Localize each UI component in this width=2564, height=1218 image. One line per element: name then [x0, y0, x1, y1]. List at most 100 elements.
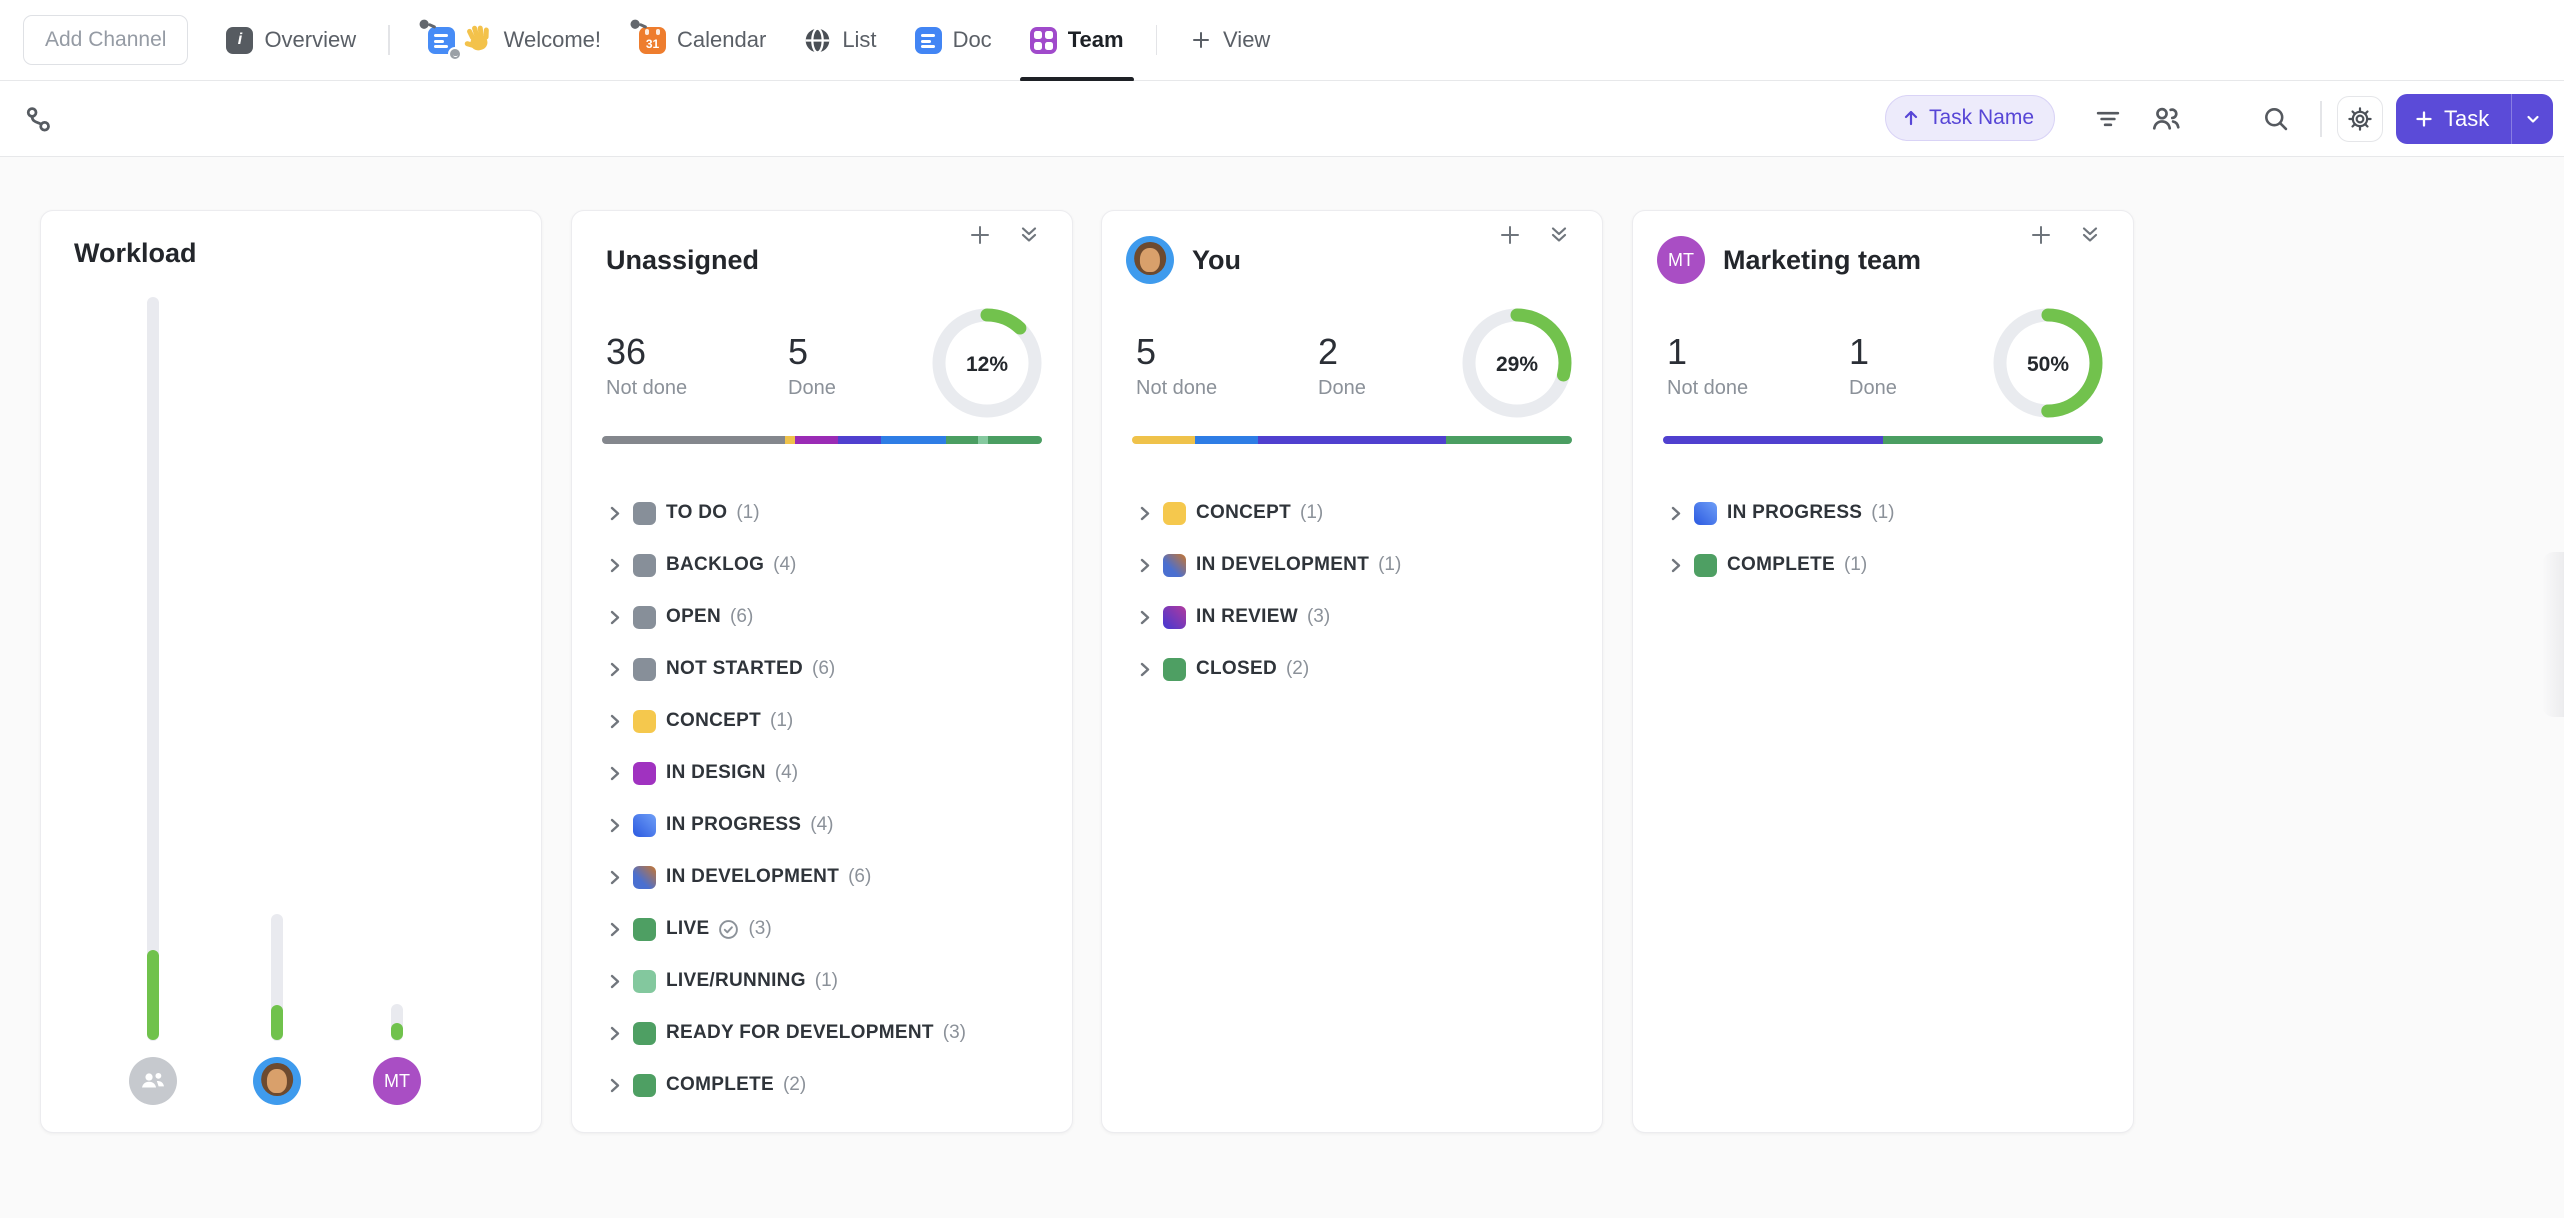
bar-segment — [978, 436, 989, 444]
status-list: IN PROGRESS(1)COMPLETE(1) — [1633, 487, 2133, 591]
not-done-stat: 5Not done — [1136, 329, 1217, 400]
not-done-stat-label: Not done — [606, 377, 687, 400]
svg-text:50%: 50% — [2027, 353, 2069, 376]
not-done-stat-value: 36 — [606, 329, 687, 375]
status-label: IN REVIEW — [1196, 606, 1298, 628]
chevron-right-icon — [606, 712, 625, 731]
status-count: (3) — [748, 918, 771, 940]
plus-icon — [2414, 109, 2434, 129]
tab-overview[interactable]: i Overview — [226, 0, 356, 81]
tab-welcome[interactable]: Welcome! — [428, 0, 601, 81]
chevron-right-icon — [606, 556, 625, 575]
user-photo-avatar[interactable] — [253, 1057, 301, 1105]
workload-done-bar[interactable] — [147, 950, 159, 1040]
svg-text:29%: 29% — [1496, 353, 1538, 376]
check-circle-icon — [718, 919, 739, 940]
status-color-swatch — [1163, 502, 1186, 525]
plus-icon — [1499, 224, 1521, 246]
status-row-concept[interactable]: CONCEPT(1) — [572, 695, 1072, 747]
not-done-stat-value: 5 — [1136, 329, 1217, 375]
add-channel-button[interactable]: Add Channel — [23, 15, 188, 65]
bar-segment — [1258, 436, 1446, 444]
chevron-right-icon — [606, 1024, 625, 1043]
add-view-button[interactable]: View — [1191, 27, 1270, 53]
task-dropdown-button[interactable] — [2511, 94, 2553, 144]
status-row-in-development[interactable]: IN DEVELOPMENT (1) — [1102, 539, 1602, 591]
status-label: IN DESIGN — [666, 762, 766, 784]
status-row-closed[interactable]: CLOSED(2) — [1102, 643, 1602, 695]
status-list: CONCEPT(1) IN DEVELOPMENT (1) IN REVIEW(3)C… — [1102, 487, 1602, 695]
add-task-split-button[interactable]: Task — [2396, 94, 2553, 144]
status-row-not-started[interactable]: NOT STARTED(6) — [572, 643, 1072, 695]
people-icon[interactable] — [2150, 103, 2182, 135]
status-color-swatch — [633, 1022, 656, 1045]
status-row-in-progress[interactable]: IN PROGRESS(4) — [572, 799, 1072, 851]
add-task-icon[interactable] — [2025, 219, 2057, 251]
status-count: (1) — [1378, 554, 1401, 576]
tab-list[interactable]: List — [804, 0, 876, 81]
bar-segment — [988, 436, 1042, 444]
workload-done-bar[interactable] — [391, 1023, 403, 1040]
chevron-right-icon — [1136, 660, 1155, 679]
search-icon[interactable] — [2262, 105, 2290, 133]
chevron-right-icon — [1136, 504, 1155, 523]
status-row-in-progress[interactable]: IN PROGRESS(1) — [1633, 487, 2133, 539]
status-row-concept[interactable]: CONCEPT(1) — [1102, 487, 1602, 539]
tab-doc[interactable]: Doc — [915, 0, 992, 81]
status-row-in-development[interactable]: IN DEVELOPMENT(6) — [572, 851, 1072, 903]
status-row-live-running[interactable]: LIVE/RUNNING(1) — [572, 955, 1072, 1007]
status-label: COMPLETE — [1727, 554, 1835, 576]
add-task-icon[interactable] — [1494, 219, 1526, 251]
sort-by-button[interactable]: Task Name — [1885, 95, 2055, 141]
filter-icon[interactable] — [2094, 105, 2122, 133]
status-label: NOT STARTED — [666, 658, 803, 680]
marketing-team-avatar: MT — [1657, 236, 1705, 284]
doc-icon — [915, 27, 942, 54]
status-row-in-design[interactable]: IN DESIGN (4) — [572, 747, 1072, 799]
bar-segment — [795, 436, 838, 444]
chevron-right-icon — [606, 816, 625, 835]
status-count: (4) — [775, 762, 798, 784]
status-count: (6) — [730, 606, 753, 628]
status-row-complete[interactable]: COMPLETE(1) — [1633, 539, 2133, 591]
card-header: You — [1102, 236, 1602, 284]
settings-button[interactable] — [2337, 96, 2383, 142]
status-row-in-review[interactable]: IN REVIEW(3) — [1102, 591, 1602, 643]
status-row-ready-for-development[interactable]: READY FOR DEVELOPMENT(3) — [572, 1007, 1072, 1059]
status-color-swatch — [633, 710, 656, 733]
status-color-swatch — [633, 970, 656, 993]
workload-done-bar[interactable] — [271, 1005, 283, 1040]
chevron-down-icon — [2525, 111, 2541, 127]
view-toolbar: Task Name Task — [0, 81, 2564, 157]
status-label: OPEN — [666, 606, 721, 628]
status-label: IN DEVELOPMENT — [1196, 554, 1369, 576]
branch-icon[interactable] — [24, 105, 54, 135]
arrow-up-icon — [1902, 109, 1920, 127]
workload-capacity-bar[interactable] — [147, 297, 159, 1041]
status-row-to-do[interactable]: TO DO(1) — [572, 487, 1072, 539]
tab-divider — [1156, 25, 1158, 55]
done-stat: 2Done — [1318, 329, 1366, 400]
collapse-card-icon[interactable] — [1013, 219, 1045, 251]
bar-segment — [1446, 436, 1572, 444]
status-distribution-bar — [1132, 436, 1572, 444]
add-task-icon[interactable] — [964, 219, 996, 251]
status-row-live[interactable]: LIVE(3) — [572, 903, 1072, 955]
tab-calendar[interactable]: 31 Calendar — [639, 0, 766, 81]
status-row-backlog[interactable]: BACKLOG(4) — [572, 539, 1072, 591]
collapse-card-icon[interactable] — [1543, 219, 1575, 251]
check-circle-icon — [718, 919, 739, 940]
status-row-open[interactable]: OPEN (6) — [572, 591, 1072, 643]
unassigned-group-avatar[interactable] — [129, 1057, 177, 1105]
marketing-team-avatar[interactable]: MT — [373, 1057, 421, 1105]
status-label: BACKLOG — [666, 554, 764, 576]
status-row-complete[interactable]: COMPLETE(2) — [572, 1059, 1072, 1111]
chevrons-down-icon — [2079, 224, 2101, 246]
bar-segment — [838, 436, 881, 444]
toolbar-divider — [2320, 101, 2322, 137]
collapse-card-icon[interactable] — [2074, 219, 2106, 251]
chevrons-down-icon — [1018, 224, 1040, 246]
add-task-button[interactable]: Task — [2396, 94, 2511, 144]
status-distribution-bar — [602, 436, 1042, 444]
tab-team[interactable]: Team — [1030, 0, 1124, 81]
